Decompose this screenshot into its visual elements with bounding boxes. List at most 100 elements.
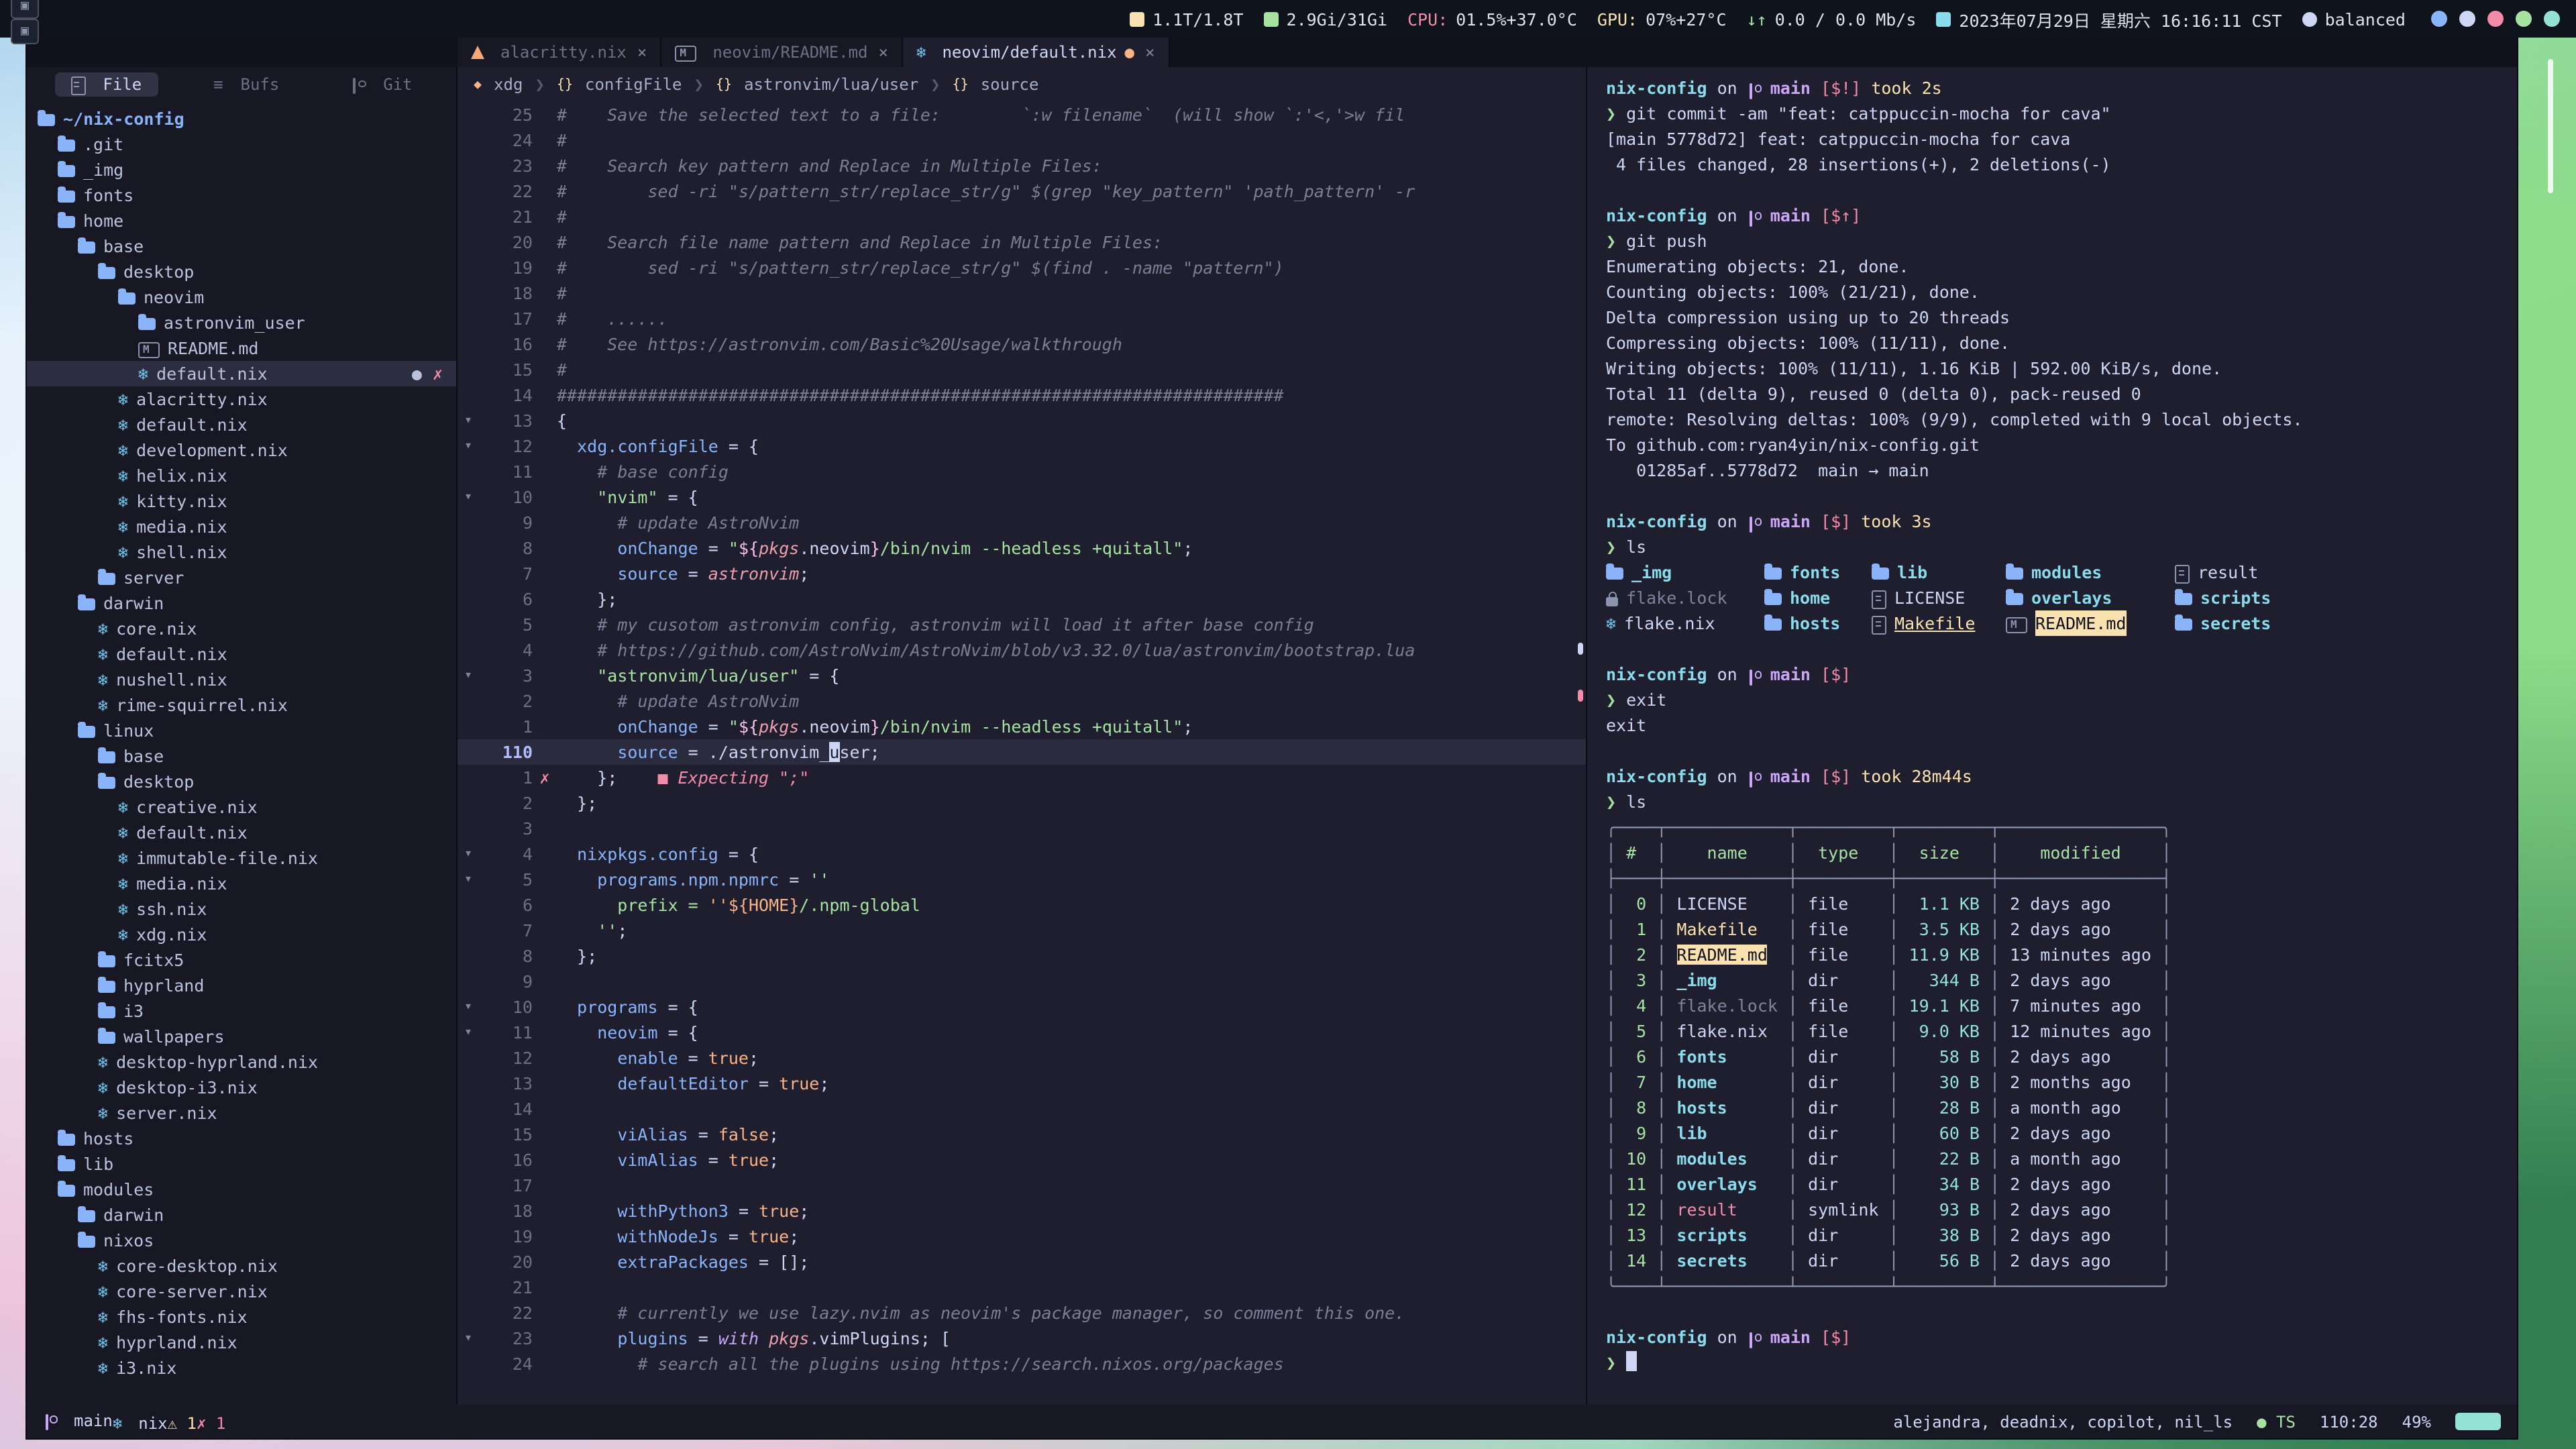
code-line: 16 vimAlias = true;	[458, 1147, 1586, 1173]
fold-chevron-icon[interactable]: ▾	[458, 867, 479, 892]
treesitter-status: ● TS	[2257, 1412, 2296, 1431]
tree-item-darwin[interactable]: darwin	[27, 590, 456, 616]
nix-icon: ❄	[98, 1307, 108, 1327]
tree-item-hyprland.nix[interactable]: ❄hyprland.nix	[27, 1330, 456, 1355]
tree-item-alacritty.nix[interactable]: ❄alacritty.nix	[27, 386, 456, 412]
tree-item-desktop-hyprland.nix[interactable]: ❄desktop-hyprland.nix	[27, 1049, 456, 1075]
tree-item-base[interactable]: base	[27, 233, 456, 259]
bluetooth-icon[interactable]	[2431, 11, 2447, 27]
line-number: 20	[479, 229, 533, 255]
volume-icon[interactable]	[2459, 11, 2475, 27]
tree-item-darwin[interactable]: darwin	[27, 1202, 456, 1228]
tree-item-development.nix[interactable]: ❄development.nix	[27, 437, 456, 463]
tree-item-base[interactable]: base	[27, 743, 456, 769]
tree-item-helix.nix[interactable]: ❄helix.nix	[27, 463, 456, 488]
fold-chevron-icon[interactable]: ▾	[458, 408, 479, 433]
tree-item-default.nix[interactable]: ❄default.nix	[27, 641, 456, 667]
buffers-icon: ≡	[213, 75, 223, 94]
tree-item-label: modules	[83, 1179, 154, 1199]
tree-item-i3.nix[interactable]: ❄i3.nix	[27, 1355, 456, 1381]
tree-item-media.nix[interactable]: ❄media.nix	[27, 514, 456, 539]
tree-item-modules[interactable]: modules	[27, 1177, 456, 1202]
tree-item-xdg.nix[interactable]: ❄xdg.nix	[27, 922, 456, 947]
tree-item-linux[interactable]: linux	[27, 718, 456, 743]
calendar-icon	[1936, 11, 1951, 26]
tree-item-nushell.nix[interactable]: ❄nushell.nix	[27, 667, 456, 692]
buffer-tab-neovim/README.md[interactable]: neovim/README.md×	[661, 38, 903, 67]
tree-item-label: hosts	[83, 1128, 133, 1148]
close-buffer-icon[interactable]: ×	[879, 43, 888, 62]
tree-item-README.md[interactable]: README.md	[27, 335, 456, 361]
tree-item-kitty.nix[interactable]: ❄kitty.nix	[27, 488, 456, 514]
breadcrumb-item[interactable]: configFile	[585, 75, 682, 94]
tree-item-label: fcitx5	[123, 950, 184, 970]
explorer-tab-git[interactable]: Git	[335, 72, 428, 97]
tree-item-media.nix[interactable]: ❄media.nix	[27, 871, 456, 896]
explorer-tab-bufs[interactable]: ≡Bufs	[197, 72, 295, 97]
tree-item-creative.nix[interactable]: ❄creative.nix	[27, 794, 456, 820]
tree-item-nixos[interactable]: nixos	[27, 1228, 456, 1253]
breadcrumb-item[interactable]: astronvim/lua/user	[744, 75, 918, 94]
breadcrumb-item[interactable]: source	[981, 75, 1039, 94]
tree-item-fcitx5[interactable]: fcitx5	[27, 947, 456, 973]
tree-item-i3[interactable]: i3	[27, 998, 456, 1024]
tree-item-default.nix[interactable]: ❄default.nix●✗	[27, 361, 456, 386]
fold-chevron-icon[interactable]: ▾	[458, 663, 479, 688]
file-explorer[interactable]: File≡BufsGit ~/nix-config.git_imgfontsho…	[27, 67, 458, 1405]
tree-item-.git[interactable]: .git	[27, 131, 456, 157]
network-tray-icon[interactable]	[2516, 11, 2532, 27]
tree-item-desktop[interactable]: desktop	[27, 769, 456, 794]
nix-icon: ❄	[98, 695, 108, 715]
workspace-app-2[interactable]: ▣	[11, 19, 39, 44]
fold-chevron-icon[interactable]: ▾	[458, 841, 479, 867]
filetype: ❄nix	[113, 1413, 168, 1432]
line-number: 11	[479, 1020, 533, 1045]
tree-item-default.nix[interactable]: ❄default.nix	[27, 412, 456, 437]
code-line: 14 #####################################…	[458, 382, 1586, 408]
tree-item-core.nix[interactable]: ❄core.nix	[27, 616, 456, 641]
tree-item-fhs-fonts.nix[interactable]: ❄fhs-fonts.nix	[27, 1304, 456, 1330]
buffer-tab-alacritty.nix[interactable]: alacritty.nix×	[458, 38, 661, 67]
buffer-tab-neovim/default.nix[interactable]: ❄neovim/default.nix●×	[903, 38, 1170, 67]
breadcrumb-item[interactable]: xdg	[494, 75, 523, 94]
tree-item-home[interactable]: home	[27, 208, 456, 233]
explorer-tab-file[interactable]: File	[54, 72, 158, 97]
input-method-icon[interactable]	[2544, 11, 2560, 27]
line-number: 15	[479, 1122, 533, 1147]
tree-item-desktop[interactable]: desktop	[27, 259, 456, 284]
code-area[interactable]: 25 # Save the selected text to a file: `…	[458, 102, 1586, 1405]
tree-item-hyprland[interactable]: hyprland	[27, 973, 456, 998]
fold-chevron-icon[interactable]: ▾	[458, 1326, 479, 1351]
fold-chevron-icon[interactable]: ▾	[458, 1020, 479, 1045]
tree-item-~/nix-config[interactable]: ~/nix-config	[27, 106, 456, 131]
fold-chevron-icon[interactable]: ▾	[458, 433, 479, 459]
tree-item-server.nix[interactable]: ❄server.nix	[27, 1100, 456, 1126]
recording-icon[interactable]	[2487, 11, 2504, 27]
tree-item-fonts[interactable]: fonts	[27, 182, 456, 208]
tree-item-astronvim_user[interactable]: astronvim_user	[27, 310, 456, 335]
tree-item-hosts[interactable]: hosts	[27, 1126, 456, 1151]
tree-item-core-desktop.nix[interactable]: ❄core-desktop.nix	[27, 1253, 456, 1279]
overlay-scrollbar[interactable]	[2548, 59, 2553, 193]
tree-item-wallpapers[interactable]: wallpapers	[27, 1024, 456, 1049]
tree-item-ssh.nix[interactable]: ❄ssh.nix	[27, 896, 456, 922]
tree-item-_img[interactable]: _img	[27, 157, 456, 182]
nix-icon: ❄	[118, 924, 128, 945]
tree-item-neovim[interactable]: neovim	[27, 284, 456, 310]
fold-chevron-icon[interactable]: ▾	[458, 484, 479, 510]
fold-chevron-icon[interactable]: ▾	[458, 994, 479, 1020]
tree-item-server[interactable]: server	[27, 565, 456, 590]
tree-item-default.nix[interactable]: ❄default.nix	[27, 820, 456, 845]
terminal-pane[interactable]: nix-config on main [$!] took 2s❯ git com…	[1586, 67, 2517, 1405]
close-buffer-icon[interactable]: ×	[1145, 43, 1155, 62]
tree-item-desktop-i3.nix[interactable]: ❄desktop-i3.nix	[27, 1075, 456, 1100]
tree-item-lib[interactable]: lib	[27, 1151, 456, 1177]
close-buffer-icon[interactable]: ×	[637, 43, 647, 62]
tree-item-immutable-file.nix[interactable]: ❄immutable-file.nix	[27, 845, 456, 871]
workspace-app-1[interactable]: ▣	[11, 0, 39, 19]
tree-item-rime-squirrel.nix[interactable]: ❄rime-squirrel.nix	[27, 692, 456, 718]
tree-item-core-server.nix[interactable]: ❄core-server.nix	[27, 1279, 456, 1304]
folder-icon	[2006, 593, 2023, 605]
tree-item-shell.nix[interactable]: ❄shell.nix	[27, 539, 456, 565]
editor[interactable]: ◆xdg❯{}configFile❯{}astronvim/lua/user❯{…	[458, 67, 1586, 1405]
